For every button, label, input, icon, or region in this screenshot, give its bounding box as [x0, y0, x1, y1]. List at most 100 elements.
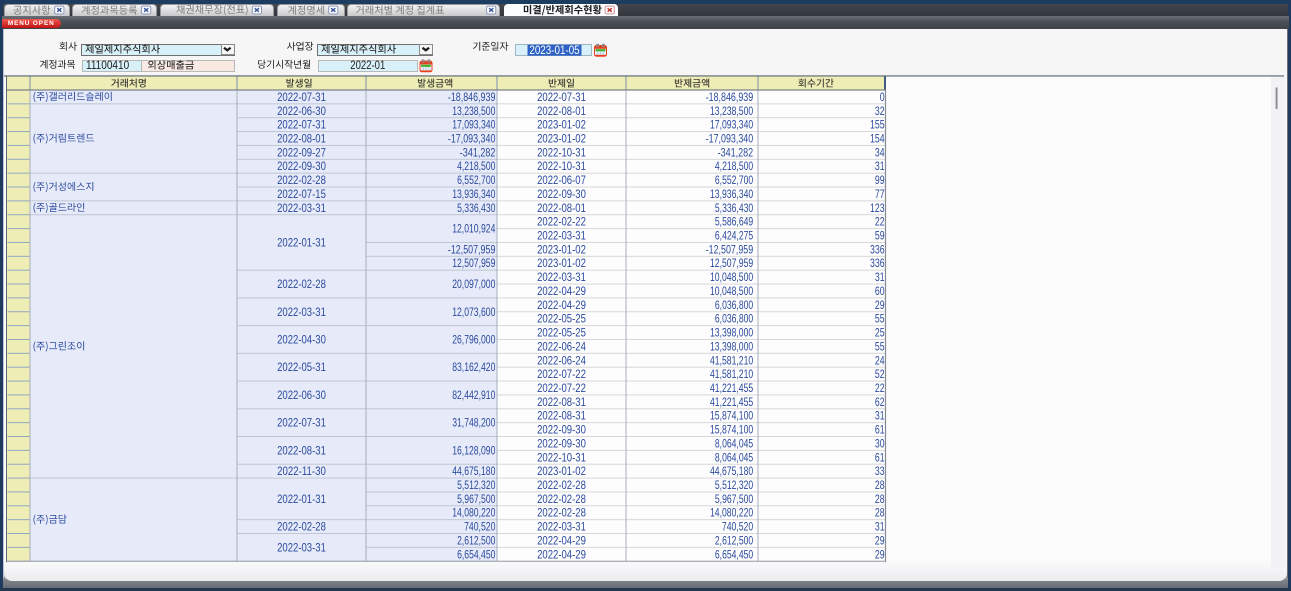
svg-text:59: 59 — [875, 230, 885, 243]
svg-text:31: 31 — [875, 160, 885, 173]
svg-text:2023-01-02: 2023-01-02 — [537, 257, 586, 270]
svg-text:2022-02-28: 2022-02-28 — [277, 174, 326, 187]
svg-text:44,675,180: 44,675,180 — [452, 465, 495, 478]
svg-text:-17,093,340: -17,093,340 — [706, 133, 754, 146]
svg-text:28: 28 — [875, 479, 885, 492]
svg-text:336: 336 — [870, 257, 885, 270]
svg-text:2022-06-30: 2022-06-30 — [277, 389, 326, 402]
svg-text:2022-04-29: 2022-04-29 — [537, 299, 586, 312]
svg-text:60: 60 — [875, 285, 885, 298]
svg-text:2022-04-29: 2022-04-29 — [537, 534, 586, 547]
svg-text:2023-01-02: 2023-01-02 — [537, 133, 586, 146]
svg-text:6,424,275: 6,424,275 — [715, 230, 753, 243]
svg-text:2022-07-22: 2022-07-22 — [537, 368, 586, 381]
svg-text:11100410: 11100410 — [86, 59, 129, 72]
svg-text:2022-06-24: 2022-06-24 — [537, 340, 586, 353]
svg-text:44,675,180: 44,675,180 — [710, 465, 753, 478]
svg-text:2,612,500: 2,612,500 — [715, 534, 753, 547]
svg-text:2022-10-31: 2022-10-31 — [537, 451, 586, 464]
svg-text:55: 55 — [875, 313, 885, 326]
svg-text:2022-07-31: 2022-07-31 — [277, 91, 326, 104]
svg-text:82,442,910: 82,442,910 — [452, 389, 495, 402]
svg-text:2022-09-30: 2022-09-30 — [537, 437, 586, 450]
svg-text:2022-04-29: 2022-04-29 — [537, 285, 586, 298]
svg-text:12,010,924: 12,010,924 — [452, 223, 496, 236]
svg-text:13,238,500: 13,238,500 — [452, 105, 495, 118]
svg-text:2022-08-01: 2022-08-01 — [277, 133, 326, 146]
svg-text:336: 336 — [870, 243, 885, 256]
svg-text:2022-07-15: 2022-07-15 — [277, 188, 326, 201]
svg-text:2022-02-28: 2022-02-28 — [537, 507, 586, 520]
svg-text:5,336,430: 5,336,430 — [457, 202, 495, 215]
svg-text:2022-02-22: 2022-02-22 — [537, 216, 586, 229]
svg-text:-12,507,959: -12,507,959 — [448, 243, 496, 256]
svg-text:41,581,210: 41,581,210 — [710, 368, 753, 381]
svg-text:740,520: 740,520 — [464, 521, 495, 534]
svg-text:2022-07-22: 2022-07-22 — [537, 382, 586, 395]
svg-text:6,036,800: 6,036,800 — [715, 313, 753, 326]
svg-text:2022-03-31: 2022-03-31 — [277, 306, 326, 319]
svg-text:12,507,959: 12,507,959 — [452, 257, 495, 270]
svg-text:2022-02-28: 2022-02-28 — [277, 521, 326, 534]
svg-text:2022-02-28: 2022-02-28 — [277, 278, 326, 291]
svg-text:2022-05-25: 2022-05-25 — [537, 313, 586, 326]
svg-text:31,748,200: 31,748,200 — [452, 417, 495, 430]
svg-text:2022-08-31: 2022-08-31 — [277, 444, 326, 457]
svg-text:2022-07-31: 2022-07-31 — [277, 417, 326, 430]
svg-text:2022-03-31: 2022-03-31 — [537, 521, 586, 534]
svg-text:155: 155 — [870, 119, 885, 132]
svg-text:6,552,700: 6,552,700 — [457, 174, 495, 187]
svg-text:2022-01-31: 2022-01-31 — [277, 493, 326, 506]
svg-text:2022-01: 2022-01 — [350, 59, 385, 72]
svg-text:10,048,500: 10,048,500 — [710, 271, 753, 284]
svg-text:83,162,420: 83,162,420 — [452, 361, 495, 374]
svg-text:14,080,220: 14,080,220 — [452, 507, 495, 520]
svg-text:2023-01-05: 2023-01-05 — [529, 44, 579, 57]
svg-text:6,552,700: 6,552,700 — [715, 174, 753, 187]
svg-text:33: 33 — [875, 465, 885, 478]
svg-text:31: 31 — [875, 271, 885, 284]
svg-text:2022-03-31: 2022-03-31 — [277, 541, 326, 554]
svg-text:2022-03-31: 2022-03-31 — [537, 271, 586, 284]
svg-text:52: 52 — [875, 368, 885, 381]
svg-text:2022-09-30: 2022-09-30 — [277, 160, 326, 173]
svg-text:17,093,340: 17,093,340 — [710, 119, 753, 132]
svg-text:2022-04-30: 2022-04-30 — [277, 334, 326, 347]
svg-text:2022-10-31: 2022-10-31 — [537, 146, 586, 159]
svg-text:0: 0 — [880, 91, 885, 104]
svg-text:5,967,500: 5,967,500 — [457, 493, 495, 506]
svg-text:13,936,340: 13,936,340 — [710, 188, 753, 201]
svg-text:2022-02-28: 2022-02-28 — [537, 493, 586, 506]
svg-text:5,512,320: 5,512,320 — [715, 479, 753, 492]
svg-text:61: 61 — [875, 451, 885, 464]
svg-text:55: 55 — [875, 340, 885, 353]
svg-text:2022-08-31: 2022-08-31 — [537, 410, 586, 423]
svg-text:2022-03-31: 2022-03-31 — [277, 202, 326, 215]
svg-text:61: 61 — [875, 424, 885, 437]
svg-text:2022-07-31: 2022-07-31 — [537, 91, 586, 104]
svg-text:41,221,455: 41,221,455 — [710, 382, 753, 395]
svg-text:12,073,600: 12,073,600 — [452, 306, 495, 319]
svg-text:2022-02-28: 2022-02-28 — [537, 479, 586, 492]
svg-text:22: 22 — [875, 382, 885, 395]
svg-text:41,221,455: 41,221,455 — [710, 396, 753, 409]
svg-text:-18,846,939: -18,846,939 — [706, 91, 754, 104]
svg-text:31: 31 — [875, 521, 885, 534]
svg-text:99: 99 — [875, 174, 885, 187]
svg-text:2022-06-07: 2022-06-07 — [537, 174, 586, 187]
svg-text:4,218,500: 4,218,500 — [457, 160, 495, 173]
svg-text:2022-01-31: 2022-01-31 — [277, 237, 326, 250]
svg-text:29: 29 — [875, 534, 885, 547]
svg-text:15,874,100: 15,874,100 — [710, 410, 753, 423]
svg-text:62: 62 — [875, 396, 885, 409]
svg-text:2022-08-01: 2022-08-01 — [537, 202, 586, 215]
svg-text:29: 29 — [875, 548, 885, 561]
svg-text:13,398,000: 13,398,000 — [710, 340, 753, 353]
svg-text:5,586,649: 5,586,649 — [715, 216, 753, 229]
svg-text:24: 24 — [875, 354, 885, 367]
svg-text:10,048,500: 10,048,500 — [710, 285, 753, 298]
svg-text:12,507,959: 12,507,959 — [710, 257, 753, 270]
svg-text:2022-06-24: 2022-06-24 — [537, 354, 586, 367]
svg-text:13,936,340: 13,936,340 — [452, 188, 495, 201]
svg-text:740,520: 740,520 — [722, 521, 753, 534]
